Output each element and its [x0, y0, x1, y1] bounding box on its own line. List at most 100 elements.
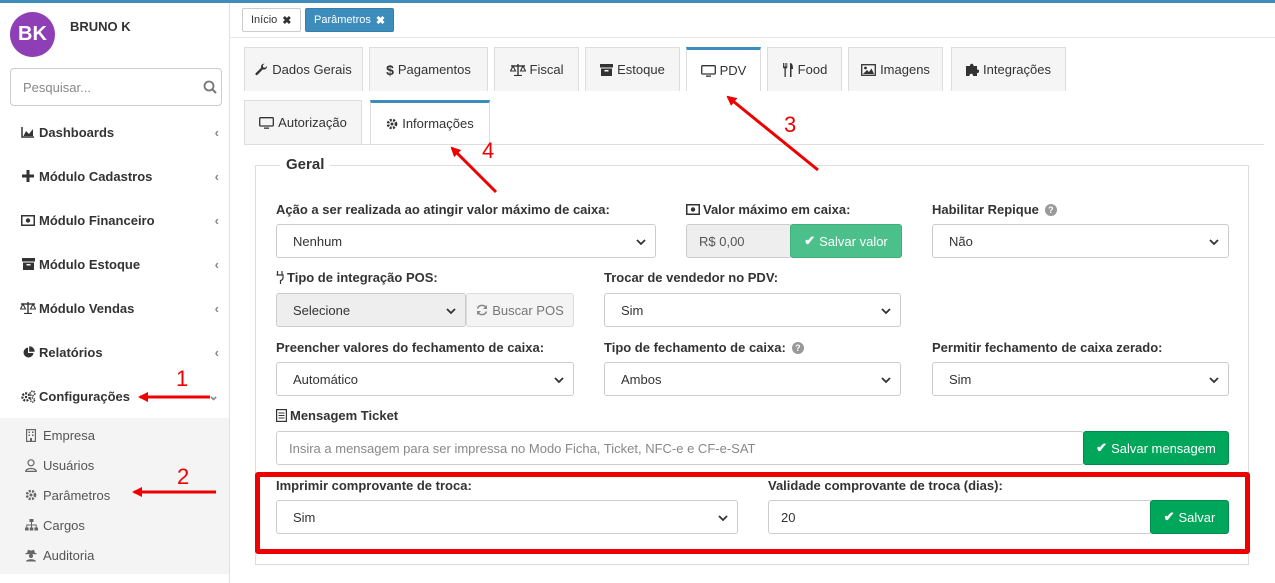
- user-icon: [24, 458, 38, 472]
- chevron-down-icon: [446, 308, 456, 315]
- page-tag-parametros[interactable]: Parâmetros ✖: [305, 8, 395, 32]
- sidebar: BK BRUNO K Dashboards ‹ Módulo Cadastros…: [0, 3, 230, 583]
- money-icon: [686, 204, 700, 215]
- tab-autorizacao[interactable]: Autorização: [244, 100, 362, 144]
- sidebar-item-vendas[interactable]: Módulo Vendas ‹: [0, 286, 229, 330]
- repique-select[interactable]: Não: [932, 224, 1229, 258]
- chevron-down-icon: [881, 308, 891, 315]
- pos-select[interactable]: Selecione: [276, 293, 466, 327]
- permitir-zerado-value: Sim: [949, 371, 972, 387]
- page-tag-label: Início: [251, 14, 278, 26]
- search-input[interactable]: [11, 69, 199, 105]
- dollar-icon: $: [386, 61, 394, 78]
- section-legend: Geral: [280, 156, 331, 173]
- salvar-valor-button[interactable]: ✔ Salvar valor: [790, 224, 902, 258]
- user-name: BRUNO K: [70, 19, 131, 34]
- mensagem-placeholder: Insira a mensagem para ser impressa no M…: [289, 440, 756, 456]
- preencher-value: Automático: [293, 371, 359, 387]
- avatar[interactable]: BK: [10, 12, 55, 57]
- tab-pagamentos[interactable]: $ Pagamentos: [369, 47, 488, 91]
- tab-estoque[interactable]: Estoque: [585, 47, 680, 91]
- chevron-left-icon: ‹: [214, 256, 219, 272]
- tab-label: Estoque: [617, 62, 665, 77]
- valor-max-label: Valor máximo em caixa:: [686, 202, 850, 217]
- tipo-fechamento-label: Tipo de fechamento de caixa: ?: [604, 340, 804, 355]
- question-circle-icon[interactable]: ?: [1044, 203, 1057, 216]
- plus-icon: [20, 170, 36, 182]
- sidebar-item-relatorios[interactable]: Relatórios ‹: [0, 330, 229, 374]
- puzzle-icon: [966, 63, 980, 76]
- sidebar-subitem-empresa[interactable]: Empresa: [0, 420, 229, 450]
- sidebar-subitem-parametros[interactable]: Parâmetros: [0, 480, 229, 510]
- tab-divider: [244, 144, 1264, 145]
- sidebar-subitem-label: Cargos: [43, 517, 85, 533]
- search-icon[interactable]: [199, 80, 221, 94]
- tipo-fechamento-label-text: Tipo de fechamento de caixa:: [604, 340, 786, 355]
- check-icon: ✔: [804, 233, 816, 248]
- button-label: Salvar mensagem: [1111, 440, 1216, 456]
- building-icon: [24, 428, 38, 442]
- tipo-fechamento-select[interactable]: Ambos: [604, 362, 901, 396]
- trocar-vendedor-select[interactable]: Sim: [604, 293, 901, 327]
- tab-label: Informações: [402, 116, 474, 131]
- desktop-icon: [259, 116, 275, 129]
- tab-integracoes[interactable]: Integrações: [951, 47, 1066, 91]
- gears-icon: [20, 389, 36, 403]
- chevron-left-icon: ‹: [214, 212, 219, 228]
- sidebar-item-configuracoes[interactable]: Configurações ⌄: [0, 374, 229, 418]
- mensagem-input[interactable]: Insira a mensagem para ser impressa no M…: [276, 431, 1084, 465]
- sidebar-item-dashboards[interactable]: Dashboards ‹: [0, 110, 229, 154]
- wrench-icon: [255, 63, 268, 76]
- sidebar-item-label: Módulo Financeiro: [39, 212, 155, 228]
- tab-label: Imagens: [880, 62, 930, 77]
- preencher-select[interactable]: Automático: [276, 362, 574, 396]
- mensagem-label: Mensagem Ticket: [276, 408, 398, 423]
- close-icon[interactable]: ✖: [282, 14, 291, 27]
- tab-food[interactable]: Food: [767, 47, 842, 91]
- refresh-icon: [476, 304, 488, 316]
- file-text-icon: [276, 409, 287, 422]
- close-icon[interactable]: ✖: [376, 14, 385, 27]
- balance-scale-icon: [509, 63, 526, 76]
- tab-label: Fiscal: [529, 62, 564, 77]
- buscar-pos-button[interactable]: Buscar POS: [466, 293, 574, 327]
- gear-icon: [386, 118, 398, 130]
- acao-select[interactable]: Nenhum: [276, 224, 656, 258]
- tab-pdv[interactable]: PDV: [686, 47, 761, 91]
- tab-informacoes[interactable]: Informações: [370, 100, 490, 144]
- gear-icon: [24, 489, 38, 501]
- salvar-mensagem-button[interactable]: ✔ Salvar mensagem: [1083, 431, 1229, 465]
- user-secret-icon: [24, 549, 38, 562]
- sidebar-subitem-auditoria[interactable]: Auditoria: [0, 540, 229, 570]
- sidebar-item-cadastros[interactable]: Módulo Cadastros ‹: [0, 154, 229, 198]
- repique-label: Habilitar Repique ?: [932, 202, 1057, 217]
- permitir-zerado-select[interactable]: Sim: [932, 362, 1229, 396]
- question-circle-icon[interactable]: ?: [791, 341, 804, 354]
- chevron-left-icon: ‹: [214, 168, 219, 184]
- pie-chart-icon: [20, 345, 36, 359]
- acao-label: Ação a ser realizada ao atingir valor má…: [276, 202, 610, 217]
- tab-imagens[interactable]: Imagens: [848, 47, 943, 91]
- tab-fiscal[interactable]: Fiscal: [494, 47, 579, 91]
- chevron-down-icon: ⌄: [208, 388, 219, 403]
- sidebar-item-estoque[interactable]: Módulo Estoque ‹: [0, 242, 229, 286]
- tab-label: Autorização: [278, 115, 347, 130]
- sidebar-subitem-usuarios[interactable]: Usuários: [0, 450, 229, 480]
- preencher-label: Preencher valores do fechamento de caixa…: [276, 340, 545, 355]
- pos-label: Tipo de integração POS:: [276, 270, 438, 285]
- sidebar-subitem-cargos[interactable]: Cargos: [0, 510, 229, 540]
- page-tag-inicio[interactable]: Início ✖: [242, 8, 301, 32]
- chevron-left-icon: ‹: [214, 124, 219, 140]
- main-content: Dados Gerais $ Pagamentos Fiscal Estoque…: [230, 38, 1275, 583]
- money-icon: [20, 214, 36, 226]
- valor-max-input[interactable]: R$ 0,00: [686, 224, 792, 258]
- button-label: Buscar POS: [492, 302, 564, 318]
- sidebar-nav: Dashboards ‹ Módulo Cadastros ‹ Módulo F…: [0, 110, 229, 574]
- tab-dados-gerais[interactable]: Dados Gerais: [244, 47, 363, 91]
- pos-value: Selecione: [293, 302, 351, 318]
- repique-label-text: Habilitar Repique: [932, 202, 1039, 217]
- sidebar-item-label: Relatórios: [39, 344, 103, 360]
- button-label: Salvar valor: [819, 233, 888, 249]
- valor-max-label-text: Valor máximo em caixa:: [703, 202, 851, 217]
- sidebar-item-financeiro[interactable]: Módulo Financeiro ‹: [0, 198, 229, 242]
